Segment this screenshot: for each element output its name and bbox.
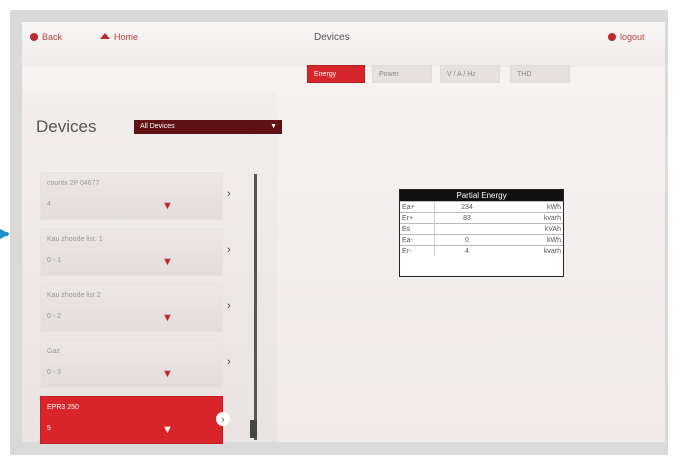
row-unit: kvarh [499, 212, 563, 224]
wifi-icon: ▼ [162, 200, 173, 212]
tab-label: V / A / Hz [447, 71, 476, 78]
scrollbar-thumb[interactable] [250, 420, 257, 438]
device-name: Kau zhoode list 2 [47, 292, 101, 299]
chevron-right-icon[interactable]: › [227, 244, 231, 256]
chevron-right-icon[interactable]: › [227, 188, 231, 200]
row-value: 234 [434, 201, 499, 213]
chevron-right-icon[interactable]: › [216, 412, 230, 426]
back-label: Back [42, 32, 63, 42]
home-button[interactable]: Home [100, 32, 138, 42]
device-card[interactable]: Kau zhoode list. 1 0 - 1 ▼ [40, 228, 223, 276]
device-id: 5 [47, 425, 51, 432]
partial-energy-title: Partial Energy [400, 190, 563, 201]
back-icon [30, 33, 38, 41]
home-icon [100, 33, 110, 39]
row-unit: kVAh [499, 223, 563, 235]
row-value: 0 [434, 234, 499, 246]
power-icon [608, 33, 616, 41]
tab-label: Energy [314, 71, 337, 78]
row-value: 83 [434, 212, 499, 224]
row-unit: kWh [499, 234, 563, 246]
table-row: Es kVAh [400, 223, 563, 235]
row-label: Er- [400, 245, 435, 256]
row-label: Ea- [400, 234, 435, 246]
logout-button[interactable]: logout [608, 32, 645, 42]
table-row: Ea+ 234 kWh [400, 201, 563, 213]
chevron-right-icon[interactable]: › [227, 356, 231, 368]
pointer-arrow-icon [0, 229, 10, 239]
wifi-icon: ▼ [162, 368, 173, 380]
scrollbar-track[interactable] [254, 174, 257, 440]
row-value: 4 [434, 245, 499, 256]
device-id: 4 [47, 201, 51, 208]
table-row: Er+ 83 kvarh [400, 212, 563, 224]
row-label: Es [400, 223, 435, 235]
device-card[interactable]: Kau zhoode list 2 0 - 2 ▼ [40, 284, 223, 332]
device-id: 0 - 1 [47, 257, 62, 264]
partial-energy-table: Partial Energy Ea+ 234 kWh Er+ 83 kvarh … [399, 189, 564, 277]
device-name: countx 2P 04677 [47, 180, 100, 187]
wifi-icon: ▼ [162, 424, 173, 436]
wifi-icon: ▼ [162, 256, 173, 268]
row-value [434, 223, 499, 235]
device-id: 0 - 3 [47, 369, 62, 376]
device-card[interactable]: Gaz 0 - 3 ▼ [40, 340, 223, 388]
table-row: Ea- 0 kWh [400, 234, 563, 246]
logout-label: logout [620, 32, 645, 42]
device-card[interactable]: countx 2P 04677 4 ▼ [40, 172, 223, 220]
wifi-icon: ▼ [162, 312, 173, 324]
row-label: Ea+ [400, 201, 435, 213]
device-name: EPR3 250 [47, 404, 79, 411]
row-label: Er+ [400, 212, 435, 224]
select-value: All Devices [140, 123, 175, 130]
device-name: Gaz [47, 348, 60, 355]
row-unit: kvarh [499, 245, 563, 256]
chevron-right-icon[interactable]: › [227, 300, 231, 312]
tab-label: Power [379, 71, 399, 78]
device-id: 0 - 2 [47, 313, 62, 320]
top-bar: Back Home Devices logout [22, 22, 665, 67]
tab-thd[interactable]: THD [510, 65, 570, 83]
app-screen: Back Home Devices logout Energy Power V … [22, 22, 665, 444]
page-title: Devices [314, 32, 350, 43]
table-row: Er- 4 kvarh [400, 245, 563, 256]
device-card-selected[interactable]: EPR3 250 5 ▼ [40, 396, 223, 444]
back-button[interactable]: Back [30, 32, 62, 42]
tab-power[interactable]: Power [372, 65, 432, 83]
device-filter-select[interactable]: All Devices ▼ [134, 120, 282, 134]
home-label: Home [114, 32, 139, 42]
row-unit: kWh [499, 201, 563, 213]
tab-energy[interactable]: Energy [307, 65, 365, 83]
tab-label: THD [517, 71, 532, 78]
devices-heading: Devices [36, 117, 97, 136]
tab-v-a-hz[interactable]: V / A / Hz [440, 65, 500, 83]
chevron-down-icon: ▼ [270, 123, 277, 130]
device-name: Kau zhoode list. 1 [47, 236, 103, 243]
